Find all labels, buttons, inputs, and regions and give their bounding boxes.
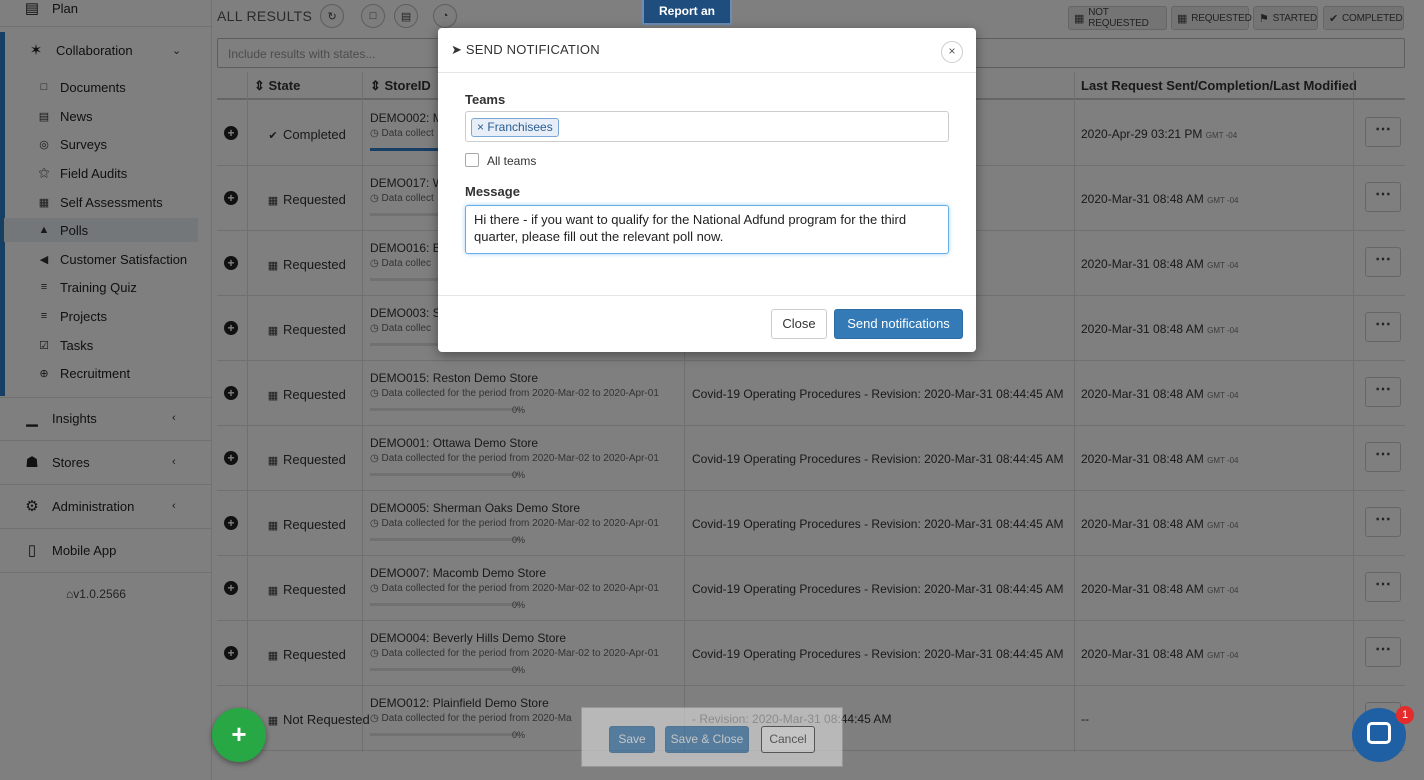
chat-icon [1367,722,1391,744]
chat-launcher[interactable]: 1 [1352,706,1414,762]
remove-chip-icon[interactable]: × [477,120,484,134]
teams-select[interactable]: × Franchisees [465,111,949,142]
modal-header: ➤ SEND NOTIFICATION × [438,28,976,73]
modal-title: ➤ SEND NOTIFICATION [451,42,600,58]
modal-footer: Close Send notifications [438,295,976,352]
close-button[interactable]: Close [771,309,827,339]
send-notifications-button[interactable]: Send notifications [834,309,963,339]
add-button[interactable]: + [212,708,266,762]
teams-label: Teams [465,92,506,107]
cancel-button[interactable]: Cancel [761,726,815,753]
send-notification-modal: ➤ SEND NOTIFICATION × Teams × Franchisee… [438,28,976,352]
team-chip-label: Franchisees [487,120,553,134]
message-label: Message [465,184,520,199]
all-teams-label[interactable]: All teams [487,154,536,168]
all-teams-checkbox[interactable] [465,153,479,167]
report-issue-button[interactable]: Report an Issue [642,0,732,40]
save-bar: Save Save & Close Cancel [581,707,843,767]
save-button[interactable]: Save [609,726,655,753]
save-close-button[interactable]: Save & Close [665,726,749,753]
close-icon[interactable]: × [941,41,963,63]
plus-icon: + [231,719,247,749]
team-chip[interactable]: × Franchisees [471,118,559,137]
paper-plane-icon: ➤ [451,42,463,57]
modal-title-text: SEND NOTIFICATION [465,42,600,57]
message-textarea[interactable]: Hi there - if you want to qualify for th… [465,205,949,254]
notification-badge: 1 [1396,706,1414,724]
